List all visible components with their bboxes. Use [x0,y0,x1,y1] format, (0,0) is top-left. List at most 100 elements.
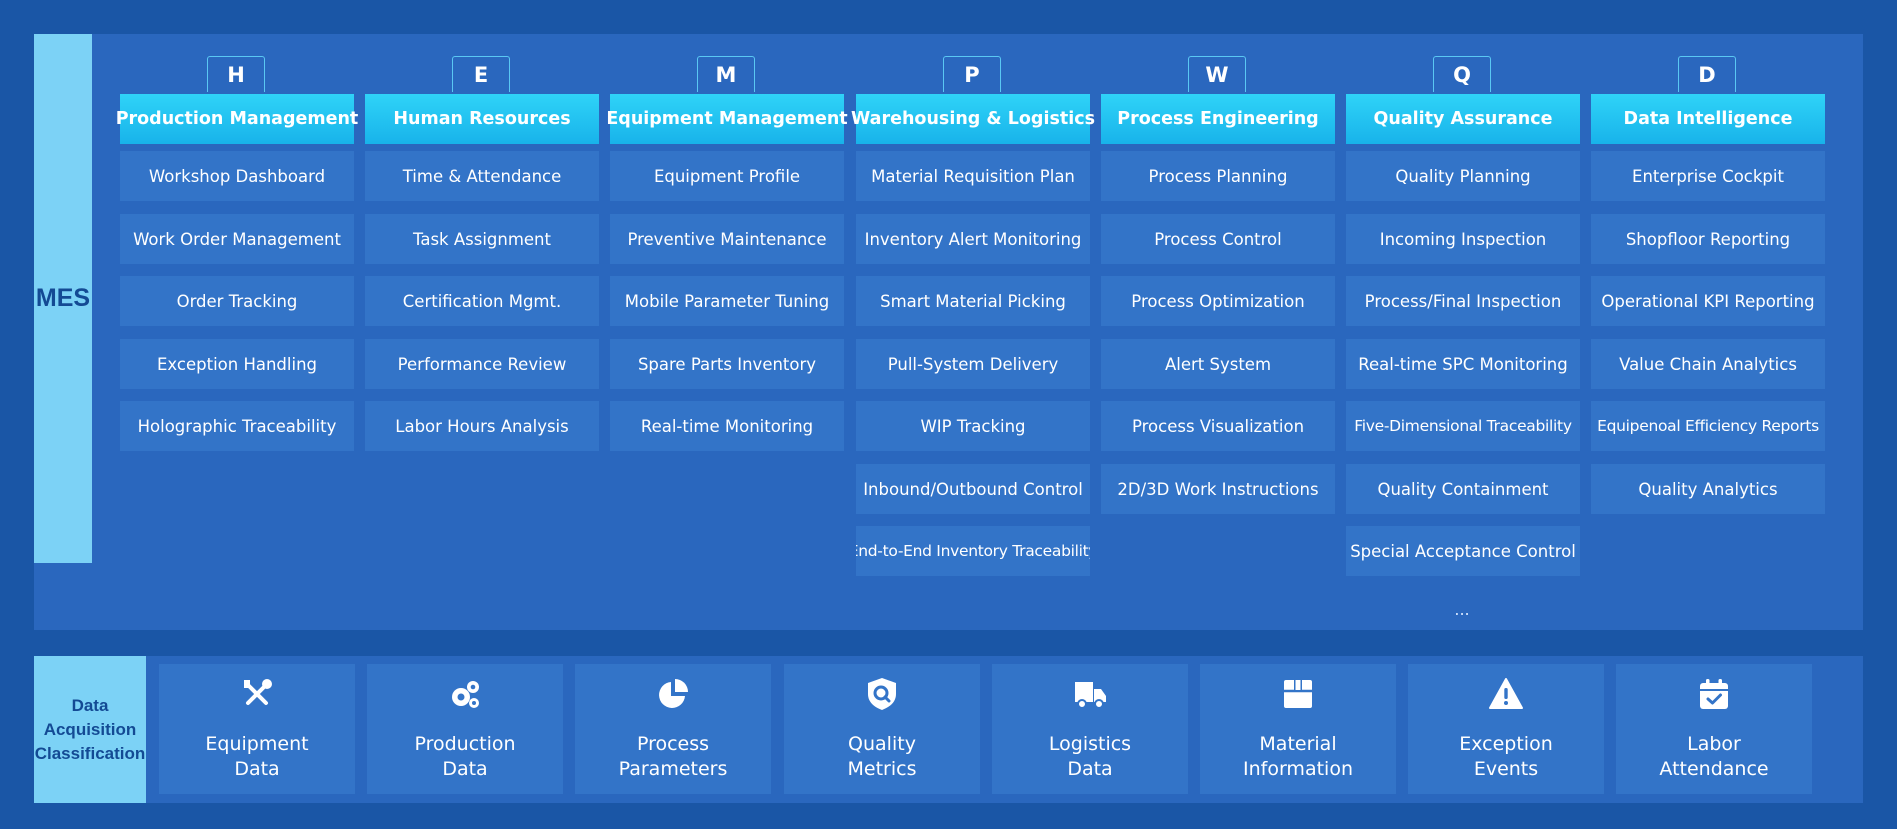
module-item[interactable]: WIP Tracking [856,401,1090,451]
more-indicator: ... [1454,600,1470,619]
module-item[interactable]: Preventive Maintenance [610,214,844,264]
data-category-label-line: Material [1259,733,1337,755]
module-item[interactable]: Special Acceptance Control [1346,526,1580,576]
module-letter-tab: H [207,56,265,92]
data-category-label-line: Metrics [847,758,917,780]
data-category-label-line: Labor [1687,733,1741,755]
module-item[interactable]: Incoming Inspection [1346,214,1580,264]
data-category-label-line: Process [636,733,710,755]
module-item[interactable]: Shopfloor Reporting [1591,214,1825,264]
module-item[interactable]: Value Chain Analytics [1591,339,1825,389]
module-item[interactable]: Material Requisition Plan [856,151,1090,201]
module-item[interactable]: Quality Analytics [1591,464,1825,514]
data-category-card[interactable]: Material Information [1200,664,1396,794]
module-item[interactable]: Five-Dimensional Traceability [1346,401,1580,451]
calendar-check-icon [1696,676,1732,712]
module-item[interactable]: Process Control [1101,214,1335,264]
data-category-card[interactable]: Process Parameters [575,664,771,794]
module-item[interactable]: 2D/3D Work Instructions [1101,464,1335,514]
module-item[interactable]: Alert System [1101,339,1335,389]
data-category-label-line: Events [1473,758,1539,780]
module-item[interactable]: Inbound/Outbound Control [856,464,1090,514]
module-item[interactable]: Order Tracking [120,276,354,326]
data-category-label-line: Equipment [205,733,309,755]
daq-label-line: Acquisition [43,719,137,739]
module-item[interactable]: Inventory Alert Monitoring [856,214,1090,264]
module-item[interactable]: Performance Review [365,339,599,389]
data-category-label-line: Production [414,733,516,755]
module-header[interactable]: Production Management [116,94,358,144]
data-category-card[interactable]: Equipment Data [159,664,355,794]
module-item[interactable]: Spare Parts Inventory [610,339,844,389]
data-acquisition-label: Data Acquisition Classification [34,656,146,803]
module-item[interactable]: Equipenoal Efficiency Reports [1591,401,1825,451]
module-header[interactable]: Warehousing & Logistics [851,94,1095,144]
box-icon [1280,676,1316,712]
module-letter-tab: P [943,56,1001,92]
data-category-card[interactable]: Logistics Data [992,664,1188,794]
module-header[interactable]: Process Engineering [1101,94,1335,144]
module-item[interactable]: Mobile Parameter Tuning [610,276,844,326]
tools-icon [239,676,275,712]
mes-label: MES [35,284,91,312]
data-category-card[interactable]: Production Data [367,664,563,794]
module-item[interactable]: Workshop Dashboard [120,151,354,201]
daq-label-line: Data [71,695,109,715]
truck-icon [1072,676,1108,712]
module-item[interactable]: Exception Handling [120,339,354,389]
data-category-card[interactable]: Labor Attendance [1616,664,1812,794]
module-item[interactable]: Process Planning [1101,151,1335,201]
module-letter-tab: D [1678,56,1736,92]
module-letter-tab: Q [1433,56,1491,92]
module-letter-tab: W [1188,56,1246,92]
module-header[interactable]: Human Resources [365,94,599,144]
data-category-label-line: Quality [848,733,916,755]
data-category-label-line: Information [1243,758,1353,780]
module-letter-tab: M [697,56,755,92]
module-item[interactable]: Time & Attendance [365,151,599,201]
module-item[interactable]: Quality Containment [1346,464,1580,514]
module-header[interactable]: Equipment Management [606,94,848,144]
data-category-label: Labor Attendance [1616,732,1812,782]
data-category-label: Equipment Data [159,732,355,782]
module-item[interactable]: Work Order Management [120,214,354,264]
module-item[interactable]: Real-time SPC Monitoring [1346,339,1580,389]
mes-side-label: MES [34,34,92,563]
data-category-label: Quality Metrics [784,732,980,782]
data-category-label-line: Data [442,758,488,780]
data-category-label: Process Parameters [575,732,771,782]
module-item[interactable]: Operational KPI Reporting [1591,276,1825,326]
data-category-label: Logistics Data [992,732,1188,782]
module-item[interactable]: Real-time Monitoring [610,401,844,451]
module-item[interactable]: Smart Material Picking [856,276,1090,326]
data-category-card[interactable]: Exception Events [1408,664,1604,794]
warning-icon [1488,676,1524,712]
data-category-label-line: Data [1067,758,1113,780]
data-category-label: Material Information [1200,732,1396,782]
module-item[interactable]: Equipment Profile [610,151,844,201]
module-item[interactable]: Process/Final Inspection [1346,276,1580,326]
data-category-card[interactable]: Quality Metrics [784,664,980,794]
module-item[interactable]: Labor Hours Analysis [365,401,599,451]
module-item[interactable]: End-to-End Inventory Traceability [856,526,1090,576]
gears-icon [447,676,483,712]
data-category-label-line: Attendance [1659,758,1769,780]
module-letter-tab: E [452,56,510,92]
data-category-label-line: Data [234,758,280,780]
module-item[interactable]: Process Visualization [1101,401,1335,451]
module-item[interactable]: Certification Mgmt. [365,276,599,326]
data-category-label-line: Exception [1459,733,1553,755]
module-item[interactable]: Task Assignment [365,214,599,264]
module-item[interactable]: Enterprise Cockpit [1591,151,1825,201]
module-item[interactable]: Process Optimization [1101,276,1335,326]
module-header[interactable]: Quality Assurance [1346,94,1580,144]
module-header[interactable]: Data Intelligence [1591,94,1825,144]
pie-chart-icon [655,676,691,712]
module-item[interactable]: Pull-System Delivery [856,339,1090,389]
daq-label-line: Classification [34,743,146,763]
shield-search-icon [864,676,900,712]
data-category-label: Exception Events [1408,732,1604,782]
data-category-label-line: Parameters [618,758,728,780]
module-item[interactable]: Holographic Traceability [120,401,354,451]
module-item[interactable]: Quality Planning [1346,151,1580,201]
